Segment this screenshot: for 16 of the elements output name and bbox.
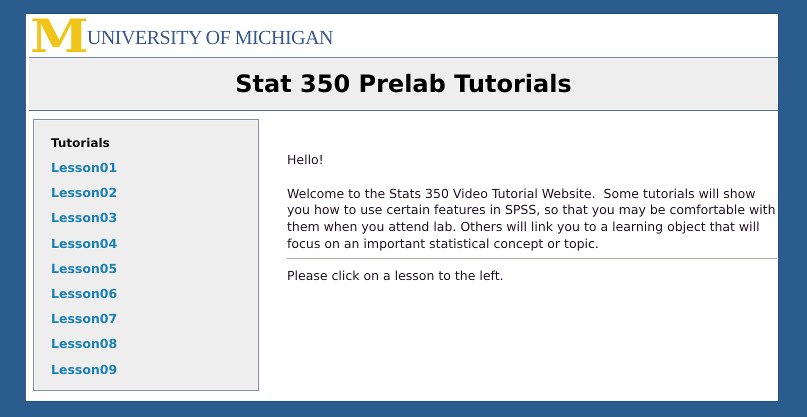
page-title: Stat 350 Prelab Tutorials [235,70,572,98]
logo-mark: M [30,17,89,55]
lesson-link[interactable]: Lesson04 [51,236,118,261]
welcome-paragraph: Welcome to the Stats 350 Video Tutorial Website. Some tutorials will show you how to use certain features in SPSS, so that you may be comfortable with them when you attend lab. Others will link you to a learning object that will focus on an important statistical concept or topic. [287,186,777,253]
lesson-link[interactable]: Lesson06 [51,286,118,312]
greeting-text: Hello! [287,152,325,169]
lesson-link[interactable]: Lesson03 [51,210,118,236]
lesson-link[interactable]: Lesson02 [51,185,118,210]
lesson-link[interactable]: Lesson08 [51,336,118,362]
lesson-link[interactable]: Lesson09 [51,362,118,387]
lesson-link[interactable]: Lesson01 [51,160,118,186]
lesson-link[interactable]: Lesson05 [51,260,118,286]
instruction-text: Please click on a lesson to the left. [287,268,505,284]
university-name: UNIVERSITY OF MICHIGAN [86,27,333,49]
sidebar-heading: Tutorials [51,136,111,152]
lesson-link[interactable]: Lesson07 [51,311,118,336]
